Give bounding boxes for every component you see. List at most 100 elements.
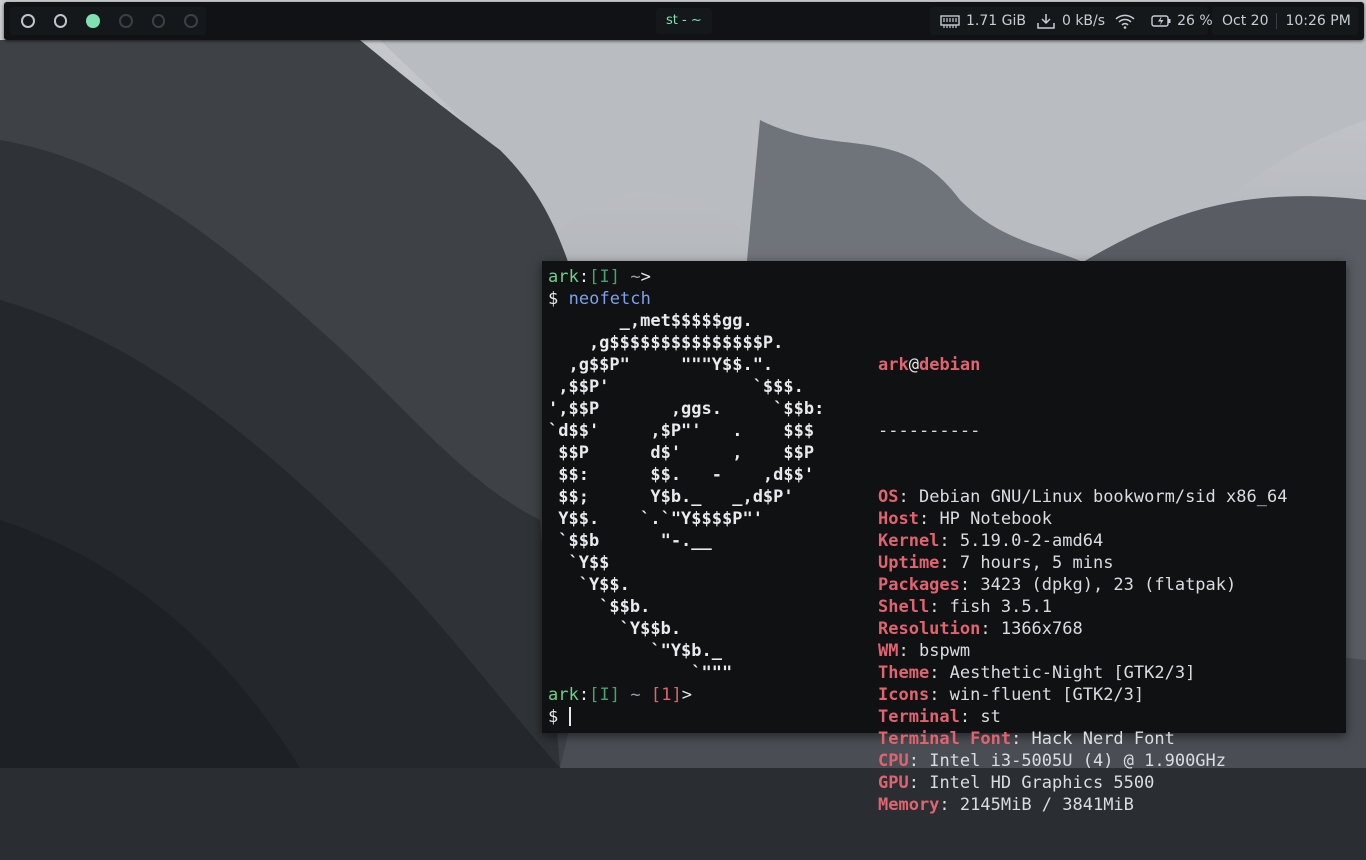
workspace-4-indicator[interactable] — [118, 14, 133, 28]
info-row: Packages: 3423 (dpkg), 23 (flatpak) — [878, 575, 1237, 595]
workspace-2-indicator[interactable] — [53, 14, 68, 28]
info-row: Host: HP Notebook — [878, 509, 1053, 529]
info-row: WM: bspwm — [878, 641, 971, 661]
info-row: GPU: Intel HD Graphics 5500 — [878, 773, 1155, 793]
terminal-window[interactable]: ark:[I] ~> $ neofetch _,met$$$$$gg. ,g$$… — [542, 261, 1346, 815]
network-speed: 0 kB/s — [1061, 13, 1106, 29]
ascii-art-line: `Y$$ — [548, 553, 610, 573]
info-value: 2145MiB / 3841MiB — [959, 795, 1134, 815]
info-value: Aesthetic-Night [GTK2/3] — [949, 663, 1196, 683]
prompt-user: ark — [548, 267, 579, 287]
info-key: Uptime — [878, 553, 940, 573]
info-row: Uptime: 7 hours, 5 mins — [878, 553, 1114, 573]
info-user: ark — [878, 355, 909, 375]
prompt-dir: ~ — [630, 685, 641, 705]
info-value: fish 3.5.1 — [949, 597, 1053, 617]
ascii-art-line: $$; Y$b._ _,d$P' — [548, 487, 794, 507]
info-value: bspwm — [918, 641, 971, 661]
info-key: Theme — [878, 663, 930, 683]
info-key: Shell — [878, 597, 930, 617]
time-label: 10:26 PM — [1285, 13, 1351, 29]
info-value: HP Notebook — [939, 509, 1053, 529]
info-key: Kernel — [878, 531, 940, 551]
ascii-art-line: ',$$P ,ggs. `$$b: — [548, 399, 825, 419]
ascii-art-line: ,g$$P" """Y$$.". — [548, 355, 774, 375]
memory-usage: 1.71 GiB — [966, 13, 1026, 29]
debian-ascii-logo: _,met$$$$$gg. ,g$$$$$$$$$$$$$$$P. ,g$$P"… — [548, 310, 824, 684]
ascii-art-line: _,met$$$$$gg. — [548, 311, 753, 331]
workspace-5-indicator[interactable] — [151, 14, 166, 28]
info-value: Intel i3-5005U (4) @ 1.900GHz — [929, 751, 1227, 771]
command-text: neofetch — [568, 289, 651, 309]
info-rows: OS: Debian GNU/Linux bookworm/sid x86_64… — [878, 486, 1287, 816]
info-value: st — [980, 707, 1001, 727]
prompt-line-1: ark:[I] ~> — [548, 267, 651, 287]
info-header: ark@debian — [878, 354, 1287, 376]
ascii-art-line: Y$$. `.`"Y$$$$P"' — [548, 509, 763, 529]
info-row: CPU: Intel i3-5005U (4) @ 1.900GHz — [878, 751, 1227, 771]
info-host: debian — [918, 355, 981, 375]
workspace-1-indicator[interactable] — [21, 14, 35, 28]
prompt-dir: ~ — [630, 267, 641, 287]
info-value: Hack Nerd Font — [1031, 729, 1175, 749]
battery-charging-icon — [1151, 13, 1171, 29]
info-key: Terminal — [878, 707, 960, 727]
info-key: GPU — [878, 773, 909, 793]
window-title: st - ~ — [656, 8, 712, 34]
ascii-art-line: `""" — [548, 663, 733, 683]
info-row: Resolution: 1366x768 — [878, 619, 1083, 639]
command-line: $ neofetch — [548, 288, 651, 310]
info-key: WM — [878, 641, 899, 661]
top-bar: st - ~ 1.71 GiB 0 kB/s 26 % Oct 20 10:26… — [4, 2, 1364, 40]
ascii-art-line: `Y$$b. — [548, 619, 682, 639]
info-value: Intel HD Graphics 5500 — [929, 773, 1155, 793]
prompt-user: ark — [548, 685, 579, 705]
prompt-mode: [I] — [589, 685, 621, 705]
ascii-art-line: $$P d$' , $$P — [548, 443, 815, 463]
clock-divider — [1276, 13, 1278, 29]
info-row: Theme: Aesthetic-Night [GTK2/3] — [878, 663, 1196, 683]
info-key: Resolution — [878, 619, 981, 639]
workspace-6-indicator[interactable] — [184, 14, 198, 28]
ascii-art-line: `$$b. — [548, 597, 651, 617]
ascii-art-line: ,g$$$$$$$$$$$$$$$P. — [548, 333, 784, 353]
prompt-end: > — [681, 685, 693, 705]
battery-level: 26 % — [1177, 13, 1213, 29]
ascii-art-line: ,$$P' `$$$. — [548, 377, 804, 397]
info-value: win-fluent [GTK2/3] — [949, 685, 1145, 705]
prompt-line-2: ark:[I] ~ [1]> — [548, 685, 693, 705]
command-symbol: $ — [548, 289, 559, 309]
prompt-mode: [I] — [589, 267, 621, 287]
info-value: 3423 (dpkg), 23 (flatpak) — [980, 575, 1237, 595]
info-row: Terminal: st — [878, 707, 1001, 727]
system-status: 1.71 GiB 0 kB/s 26 % — [930, 7, 1213, 35]
ram-icon — [940, 13, 960, 29]
input-symbol: $ — [548, 707, 559, 727]
download-icon — [1036, 13, 1056, 29]
text-cursor — [568, 707, 571, 726]
info-row: Shell: fish 3.5.1 — [878, 597, 1053, 617]
workspace-3-indicator[interactable] — [86, 14, 100, 28]
info-key: Terminal Font — [878, 729, 1012, 749]
ascii-art-line: `Y$$. — [548, 575, 630, 595]
system-info: ark@debian ---------- OS: Debian GNU/Lin… — [878, 310, 1287, 860]
info-row: Icons: win-fluent [GTK2/3] — [878, 685, 1145, 705]
clock[interactable]: Oct 20 10:26 PM — [1212, 7, 1358, 35]
info-row: Kernel: 5.19.0-2-amd64 — [878, 531, 1104, 551]
info-key: Memory — [878, 795, 940, 815]
info-separator: ---------- — [878, 421, 981, 441]
info-row: OS: Debian GNU/Linux bookworm/sid x86_64 — [878, 487, 1288, 507]
date-label: Oct 20 — [1222, 13, 1269, 29]
info-value: 5.19.0-2-amd64 — [959, 531, 1104, 551]
workspace-switcher — [10, 7, 206, 35]
info-key: OS — [878, 487, 899, 507]
info-key: Packages — [878, 575, 960, 595]
info-key: Host — [878, 509, 919, 529]
info-key: CPU — [878, 751, 909, 771]
input-line[interactable]: $ — [548, 706, 571, 728]
ascii-art-line: `d$$' ,$P"' . $$$ — [548, 421, 815, 441]
ascii-art-line: `$$b "-.__ — [548, 531, 712, 551]
info-value: Debian GNU/Linux bookworm/sid x86_64 — [918, 487, 1288, 507]
info-value: 7 hours, 5 mins — [959, 553, 1114, 573]
wifi-icon[interactable] — [1115, 13, 1135, 29]
